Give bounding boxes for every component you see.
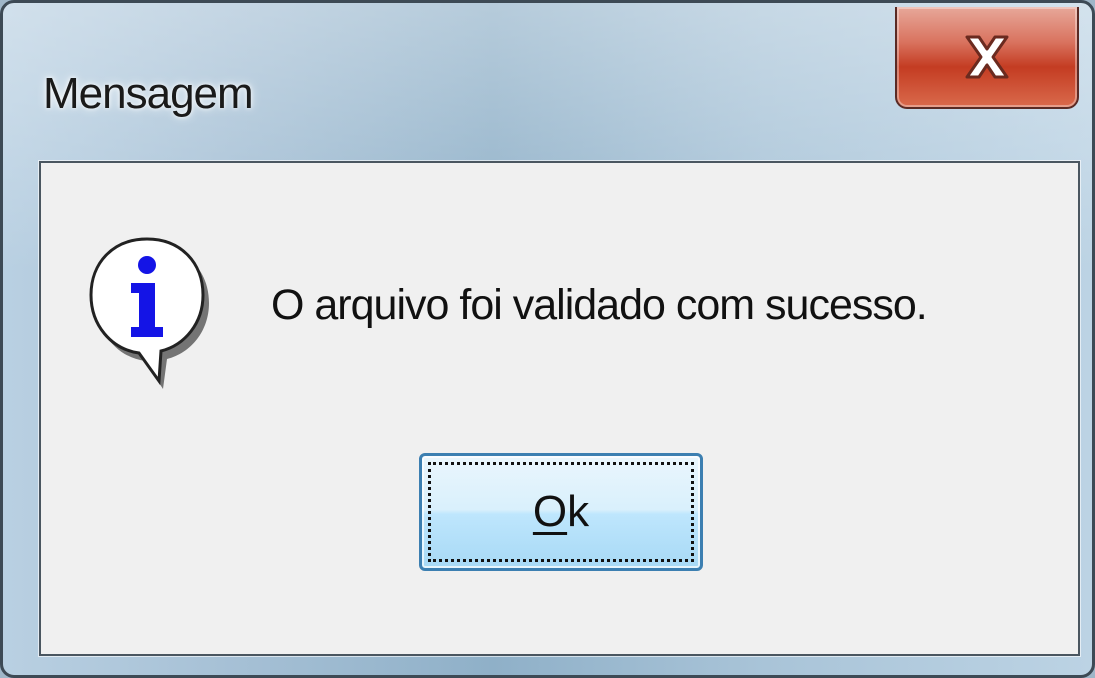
dialog-body: O arquivo foi validado com sucesso. Ok (39, 161, 1080, 656)
ok-button-mnemonic: O (532, 487, 568, 536)
close-button[interactable] (895, 7, 1079, 109)
title-bar[interactable]: Mensagem (3, 3, 1092, 161)
message-text: O arquivo foi validado com sucesso. (271, 281, 928, 329)
focus-rectangle: Ok (428, 462, 694, 562)
dialog-window: Mensagem O arquivo foi validado com suce… (0, 0, 1095, 678)
ok-button[interactable]: Ok (419, 453, 703, 571)
ok-button-label: Ok (533, 487, 589, 537)
ok-button-label-rest: k (567, 487, 590, 536)
close-icon (965, 35, 1009, 79)
information-icon (89, 237, 209, 389)
window-title: Mensagem (43, 69, 254, 118)
